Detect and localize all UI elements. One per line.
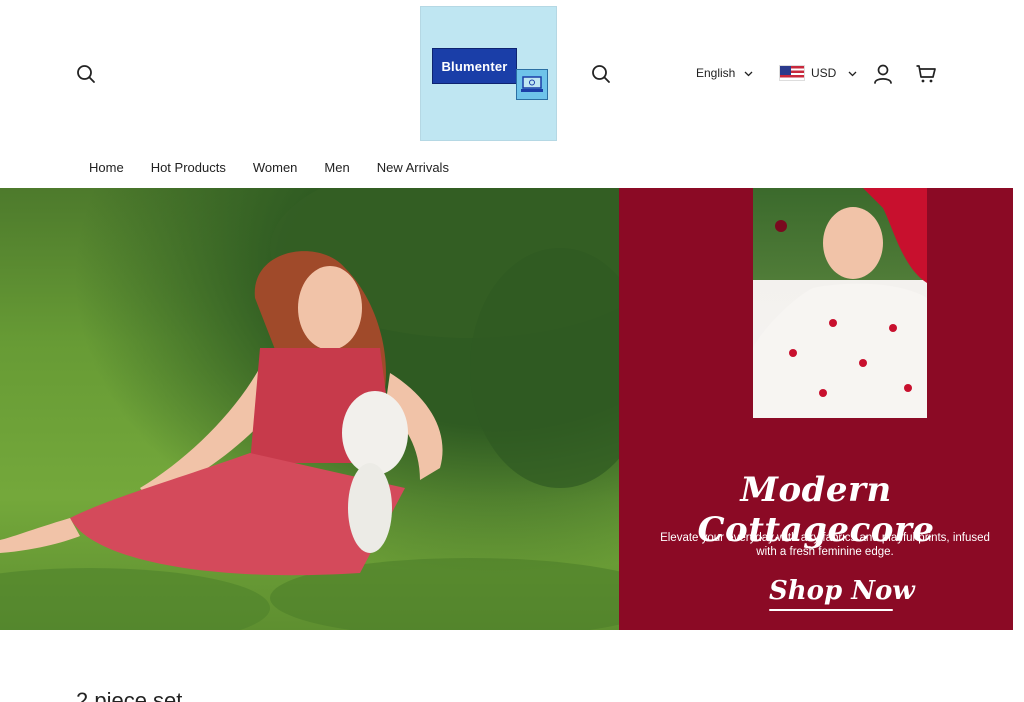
- search-icon[interactable]: [72, 60, 100, 88]
- chevron-down-icon: [848, 66, 857, 80]
- nav-item-hot-products[interactable]: Hot Products: [151, 160, 226, 175]
- cta-underline: [769, 609, 893, 611]
- nav-item-women[interactable]: Women: [253, 160, 298, 175]
- hero-banner[interactable]: Modern Cottagecore Elevate your everyday…: [0, 188, 1013, 630]
- currency-selector[interactable]: USD: [779, 65, 857, 81]
- site-header: Blumenter English USD: [0, 0, 1024, 150]
- hero-photo: [0, 188, 619, 630]
- language-selector[interactable]: English: [696, 66, 753, 80]
- nav-item-home[interactable]: Home: [89, 160, 124, 175]
- currency-label: USD: [811, 66, 837, 80]
- shop-now-button[interactable]: Shop Now: [769, 576, 915, 606]
- laptop-icon: [516, 69, 548, 100]
- user-icon[interactable]: [869, 60, 897, 88]
- hero-subtitle: Elevate your everyday with airy fabrics …: [660, 532, 990, 558]
- nav-item-men[interactable]: Men: [324, 160, 349, 175]
- promo-photo: [753, 188, 927, 418]
- nav-item-new-arrivals[interactable]: New Arrivals: [377, 160, 449, 175]
- site-logo[interactable]: Blumenter: [420, 6, 557, 141]
- cart-icon[interactable]: [912, 60, 940, 88]
- section-title: 2 piece set: [76, 688, 183, 702]
- logo-badge: Blumenter: [432, 48, 517, 84]
- language-label: English: [696, 66, 736, 80]
- logo-text: Blumenter: [441, 58, 508, 74]
- main-nav: Home Hot Products Women Men New Arrivals: [89, 160, 449, 175]
- search-icon[interactable]: [587, 60, 615, 88]
- chevron-down-icon: [744, 66, 753, 80]
- us-flag-icon: [779, 65, 805, 81]
- hero-promo-panel: Modern Cottagecore Elevate your everyday…: [619, 188, 1013, 630]
